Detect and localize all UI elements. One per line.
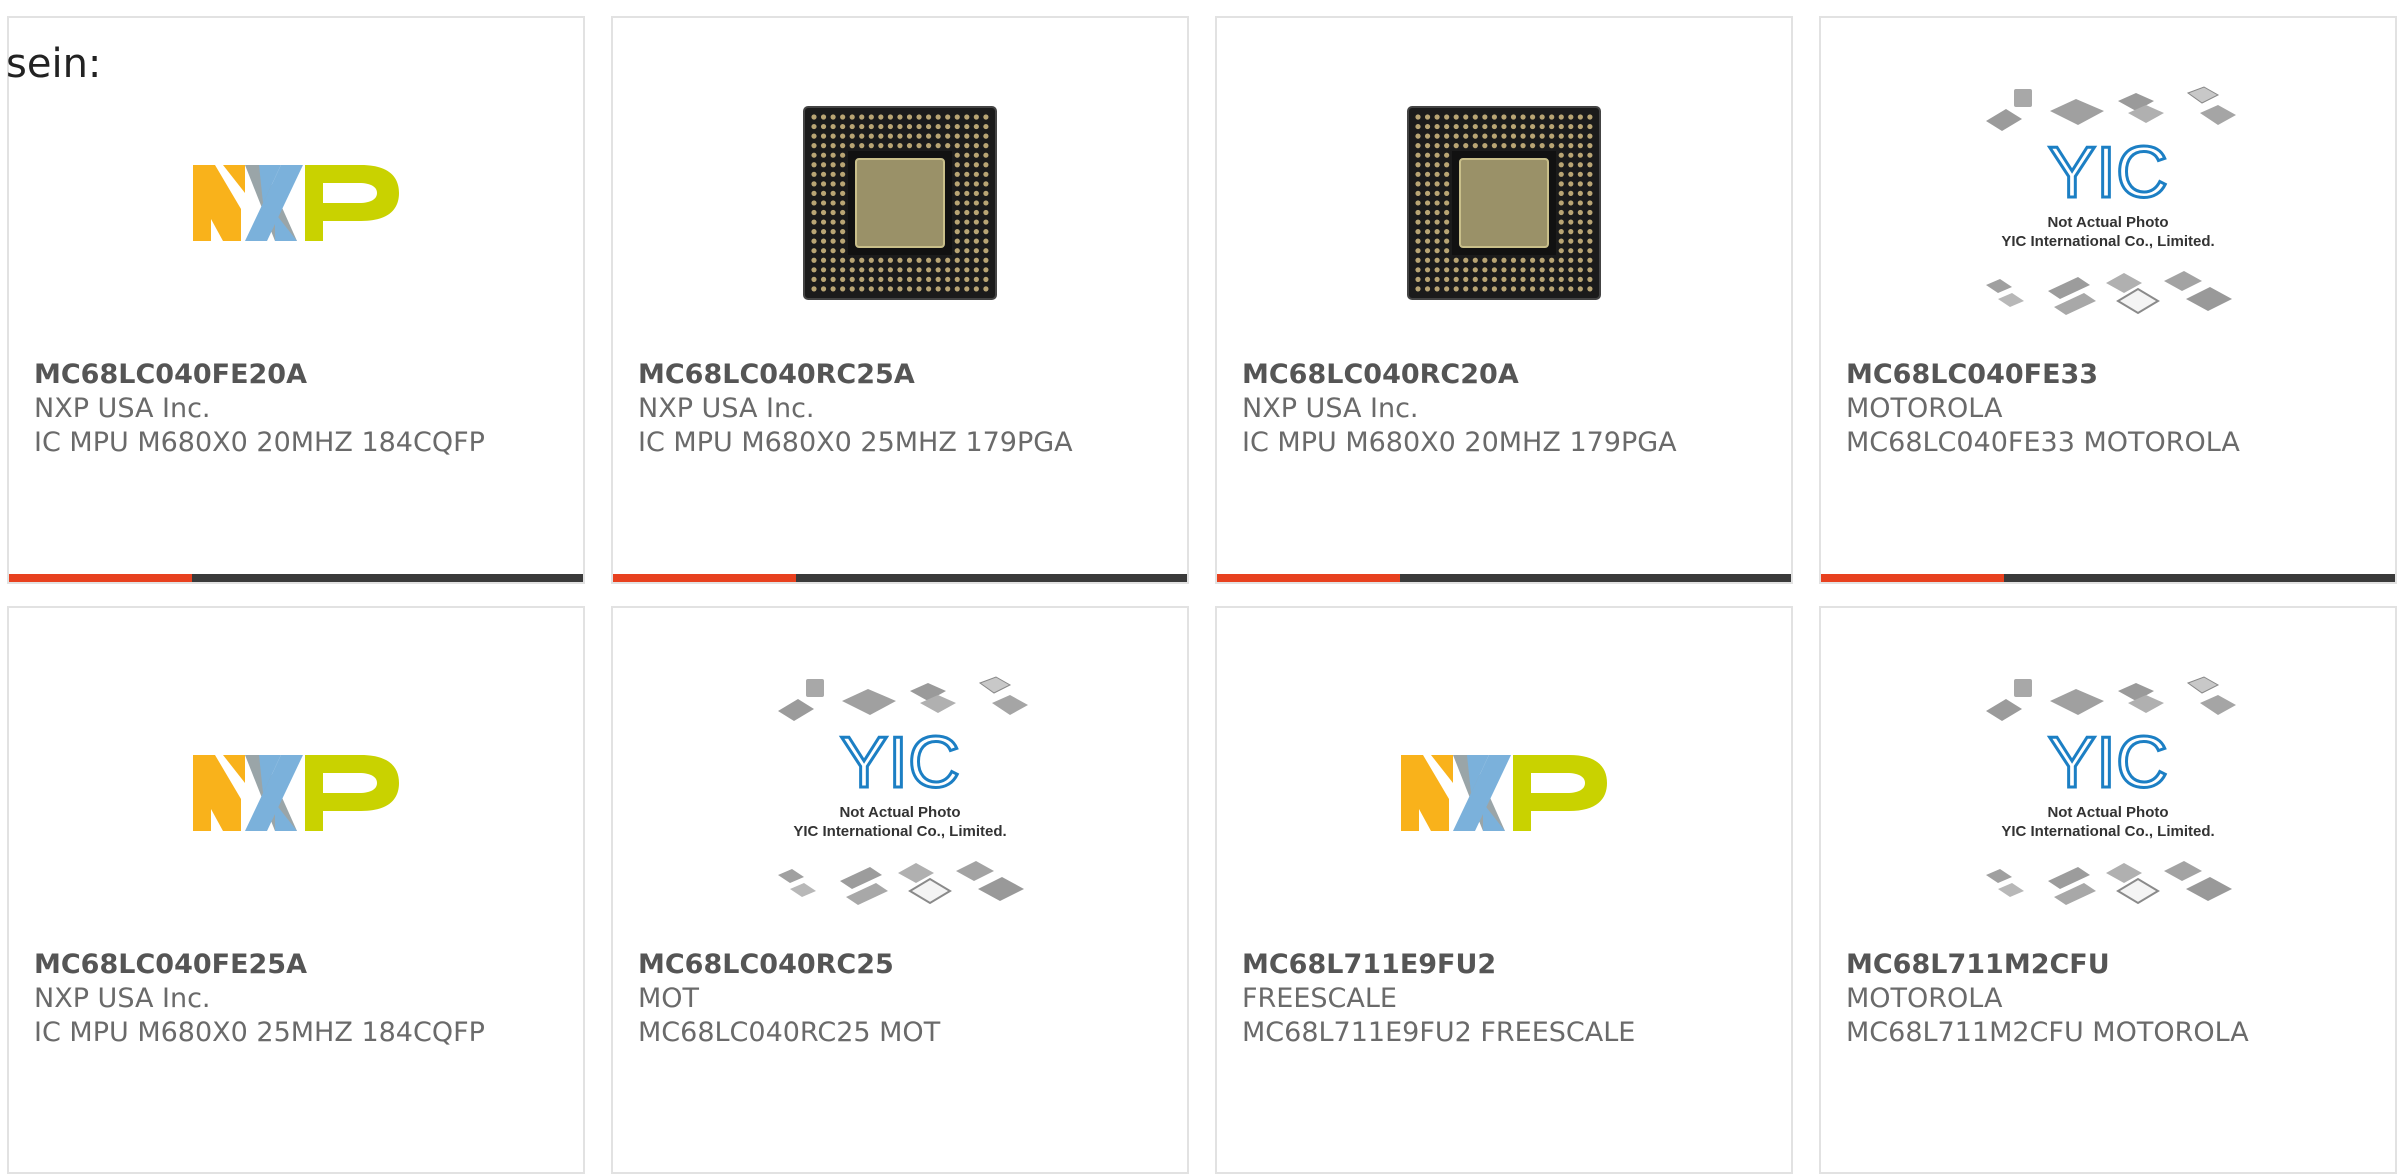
part-number[interactable]: MC68LC040RC20A [1242,358,1781,392]
product-card[interactable]: YIC Not Actual Photo YIC International C… [611,606,1189,1174]
part-number[interactable]: MC68LC040RC25A [638,358,1177,392]
part-number[interactable]: MC68LC040RC25 [638,948,1177,982]
manufacturer: NXP USA Inc. [638,393,815,424]
nxp-logo-icon [193,165,399,241]
card-underline [613,574,1187,582]
svg-text:YIC: YIC [2048,133,2168,213]
placeholder-caption-1: Not Actual Photo [2047,804,2168,821]
product-image[interactable] [1217,668,1791,918]
part-number[interactable]: MC68LC040FE33 [1846,358,2385,392]
manufacturer: NXP USA Inc. [34,983,211,1014]
part-number[interactable]: MC68LC040FE25A [34,948,573,982]
yic-placeholder-icon: YIC Not Actual Photo YIC International C… [778,676,1028,905]
placeholder-caption-2: YIC International Co., Limited. [2001,823,2214,840]
product-image[interactable] [1217,78,1791,328]
product-card[interactable]: MC68LC040FE20A NXP USA Inc. IC MPU M680X… [7,16,585,584]
placeholder-caption-2: YIC International Co., Limited. [793,823,1006,840]
product-image[interactable]: YIC Not Actual Photo YIC International C… [613,668,1187,918]
yic-placeholder-icon: YIC Not Actual Photo YIC International C… [1986,86,2236,315]
part-number[interactable]: MC68L711M2CFU [1846,948,2385,982]
description: MC68LC040FE33 MOTOROLA [1846,427,2240,458]
intro-text: sein: [6,41,102,87]
description: IC MPU M680X0 20MHZ 179PGA [1242,427,1677,458]
product-card[interactable]: MC68LC040FE25A NXP USA Inc. IC MPU M680X… [7,606,585,1174]
description: MC68L711M2CFU MOTOROLA [1846,1017,2249,1048]
svg-text:YIC: YIC [2048,723,2168,803]
nxp-logo-icon [1401,755,1607,831]
product-card[interactable]: YIC Not Actual Photo YIC International C… [1819,606,2397,1174]
card-underline-accent [9,574,192,582]
product-card[interactable]: MC68LC040RC20A NXP USA Inc. IC MPU M680X… [1215,16,1793,584]
part-number[interactable]: MC68LC040FE20A [34,358,573,392]
card-underline-accent [1821,574,2004,582]
card-underline [1217,574,1791,582]
product-card[interactable]: YIC Not Actual Photo YIC International C… [1819,16,2397,584]
description: MC68LC040RC25 MOT [638,1017,941,1048]
manufacturer: MOTOROLA [1846,983,2003,1014]
card-underline-accent [1217,574,1400,582]
card-underline [9,574,583,582]
product-image[interactable] [613,78,1187,328]
product-image[interactable]: YIC Not Actual Photo YIC International C… [1821,78,2395,328]
manufacturer: NXP USA Inc. [1242,393,1419,424]
description: IC MPU M680X0 25MHZ 179PGA [638,427,1073,458]
placeholder-caption-1: Not Actual Photo [2047,214,2168,231]
svg-text:YIC: YIC [840,723,960,803]
description: IC MPU M680X0 20MHZ 184CQFP [34,427,485,458]
placeholder-caption-1: Not Actual Photo [839,804,960,821]
part-number[interactable]: MC68L711E9FU2 [1242,948,1781,982]
product-image[interactable]: YIC Not Actual Photo YIC International C… [1821,668,2395,918]
yic-placeholder-icon: YIC Not Actual Photo YIC International C… [1986,676,2236,905]
pga-chip-icon [1407,106,1601,300]
product-card[interactable]: MC68L711E9FU2 FREESCALE MC68L711E9FU2 FR… [1215,606,1793,1174]
product-image[interactable] [9,78,583,328]
card-underline [1821,574,2395,582]
manufacturer: MOTOROLA [1846,393,2003,424]
manufacturer: FREESCALE [1242,983,1397,1014]
product-grid: MC68LC040FE20A NXP USA Inc. IC MPU M680X… [7,16,2400,1174]
description: MC68L711E9FU2 FREESCALE [1242,1017,1636,1048]
product-image[interactable] [9,668,583,918]
nxp-logo-icon [193,755,399,831]
description: IC MPU M680X0 25MHZ 184CQFP [34,1017,485,1048]
product-card[interactable]: MC68LC040RC25A NXP USA Inc. IC MPU M680X… [611,16,1189,584]
placeholder-caption-2: YIC International Co., Limited. [2001,233,2214,250]
manufacturer: MOT [638,983,700,1014]
pga-chip-icon [803,106,997,300]
manufacturer: NXP USA Inc. [34,393,211,424]
card-underline-accent [613,574,796,582]
